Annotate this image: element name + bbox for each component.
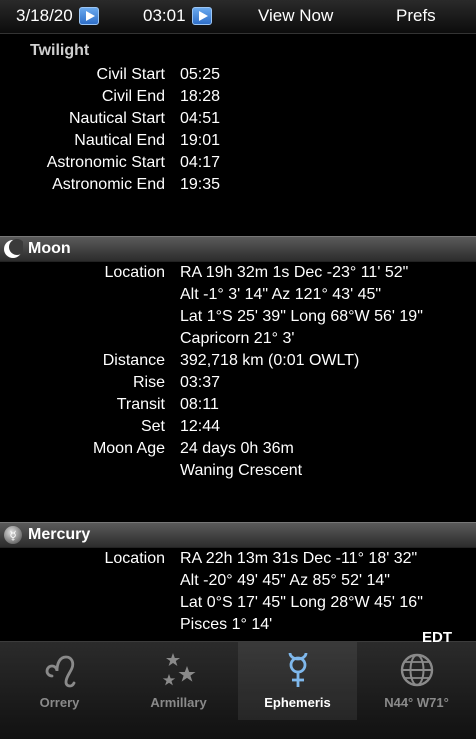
tab-label: Orrery [39, 695, 80, 710]
row-label: Location [104, 264, 166, 281]
moon-age-row: Moon Age 24 days 0h 36m [0, 440, 476, 462]
twilight-row: Civil Start 05:25 [0, 66, 476, 88]
moon-section-header[interactable]: Moon [0, 236, 476, 262]
row-label: Nautical Start [68, 110, 165, 127]
svg-text:☿: ☿ [9, 529, 16, 543]
date-label: 3/18/20 [16, 6, 73, 25]
twilight-row: Civil End 18:28 [0, 88, 476, 110]
stars-icon [162, 653, 195, 686]
moon-distance-row: Distance 392,718 km (0:01 OWLT) [0, 352, 476, 374]
mercury-location-row: Location RA 22h 13m 31s Dec -11° 18' 32" [0, 550, 476, 572]
row-label: Civil Start [96, 66, 165, 83]
row-label: Civil End [101, 88, 165, 105]
row-label: Rise [132, 374, 165, 391]
mercury-section-header[interactable]: ☿ Mercury [0, 522, 476, 548]
moon-location-line: Alt -1° 3' 14" Az 121° 43' 45" [0, 286, 476, 308]
row-value: Alt -1° 3' 14" Az 121° 43' 45" [180, 286, 382, 303]
tab-bar: EDT Orrery Armillary Ephemeris N44° W71° [0, 629, 476, 739]
row-label: Moon Age [92, 440, 165, 457]
row-label: Astronomic Start [46, 154, 165, 171]
row-label: Location [104, 550, 166, 567]
row-value: Lat 0°S 17' 45" Long 28°W 45' 16" [180, 594, 423, 611]
moon-rise-row: Rise 03:37 [0, 374, 476, 396]
twilight-heading: Twilight [30, 42, 90, 59]
view-now-label: View Now [258, 6, 334, 25]
mercury-title: Mercury [28, 526, 91, 543]
moon-location-line: Lat 1°S 25' 39" Long 68°W 56' 19" [0, 308, 476, 330]
moon-title: Moon [28, 240, 71, 257]
view-now-button[interactable]: View Now [258, 6, 333, 26]
twilight-row: Astronomic Start 04:17 [0, 154, 476, 176]
time-control[interactable]: 03:01 [143, 6, 212, 26]
tab-label: Ephemeris [264, 695, 331, 710]
row-value: RA 19h 32m 1s Dec -23° 11' 52" [180, 264, 409, 281]
twilight-row: Astronomic End 19:35 [0, 176, 476, 198]
tab-ephemeris[interactable]: Ephemeris [238, 642, 357, 720]
date-play-icon[interactable] [78, 7, 99, 25]
globe-icon [400, 653, 433, 687]
row-value: 18:28 [180, 88, 221, 105]
moon-transit-row: Transit 08:11 [0, 396, 476, 418]
moon-location-line: Capricorn 21° 3' [0, 330, 476, 352]
mercury-location-line: Alt -20° 49' 45" Az 85° 52' 14" [0, 572, 476, 594]
row-value: Lat 1°S 25' 39" Long 68°W 56' 19" [180, 308, 423, 325]
prefs-label: Prefs [396, 6, 436, 25]
tab-label: Armillary [150, 695, 207, 710]
row-value: 19:35 [180, 176, 221, 193]
tab-orrery[interactable]: Orrery [0, 642, 119, 720]
moon-location-row: Location RA 19h 32m 1s Dec -23° 11' 52" [0, 264, 476, 286]
mercury-location-line: Pisces 1° 14' [0, 616, 476, 638]
row-value: 03:37 [180, 374, 221, 391]
time-play-icon[interactable] [191, 7, 212, 25]
time-label: 03:01 [143, 6, 186, 25]
moon-set-row: Set 12:44 [0, 418, 476, 440]
row-value: Pisces 1° 14' [180, 616, 273, 633]
moon-phase-row: Waning Crescent [0, 462, 476, 484]
row-label: Set [140, 418, 165, 435]
tab-location[interactable]: N44° W71° [357, 642, 476, 720]
row-value: 24 days 0h 36m [180, 440, 294, 457]
top-bar: 3/18/20 03:01 View Now Prefs [0, 0, 476, 34]
tab-label: N44° W71° [384, 695, 449, 710]
row-value: 08:11 [180, 396, 219, 413]
row-value: 04:51 [180, 110, 221, 127]
row-value: Waning Crescent [180, 462, 303, 479]
moon-icon [4, 239, 23, 258]
row-value: 12:44 [180, 418, 221, 435]
twilight-row: Nautical Start 04:51 [0, 110, 476, 132]
row-label: Astronomic End [52, 176, 165, 193]
row-value: 04:17 [180, 154, 221, 171]
row-label: Nautical End [74, 132, 165, 149]
row-label: Distance [102, 352, 165, 369]
date-control[interactable]: 3/18/20 [16, 6, 99, 26]
mercury-location-line: Lat 0°S 17' 45" Long 28°W 45' 16" [0, 594, 476, 616]
mercury-symbol-icon [288, 652, 307, 687]
row-value: Capricorn 21° 3' [180, 330, 295, 347]
row-value: RA 22h 13m 31s Dec -11° 18' 32" [180, 550, 418, 567]
mercury-planet-icon: ☿ [4, 526, 22, 544]
tab-armillary[interactable]: Armillary [119, 642, 238, 720]
row-value: Alt -20° 49' 45" Az 85° 52' 14" [180, 572, 390, 589]
twilight-row: Nautical End 19:01 [0, 132, 476, 154]
prefs-button[interactable]: Prefs [396, 6, 436, 26]
row-label: Transit [116, 396, 165, 413]
ephemeris-content[interactable]: Twilight Civil Start 05:25 Civil End 18:… [0, 34, 476, 640]
row-value: 392,718 km (0:01 OWLT) [180, 352, 360, 369]
leo-icon [45, 655, 75, 688]
row-value: 19:01 [180, 132, 221, 149]
row-value: 05:25 [180, 66, 221, 83]
